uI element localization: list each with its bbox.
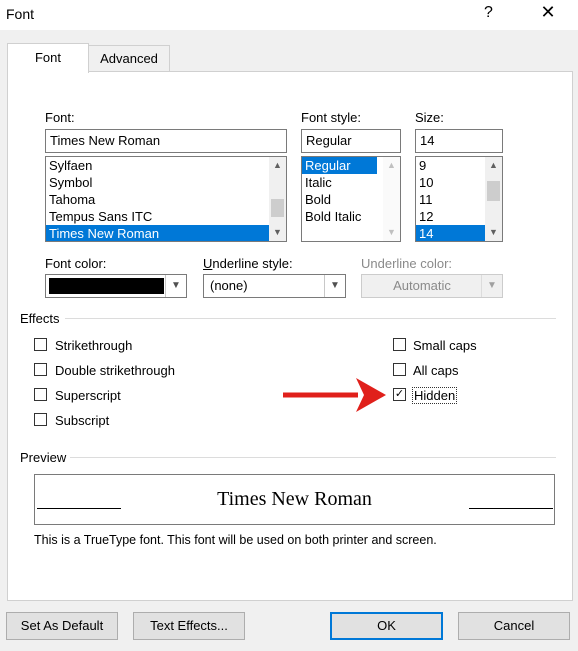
preview-label: Preview: [20, 450, 67, 465]
close-button[interactable]: ✕: [536, 2, 560, 23]
font-style-label: Font style:: [301, 110, 361, 125]
underline-style-value: (none): [210, 278, 248, 293]
chevron-down-icon[interactable]: ▼: [324, 275, 345, 297]
font-list-item[interactable]: Tempus Sans ITC: [46, 208, 286, 225]
font-label: Font:: [45, 110, 75, 125]
font-style-input[interactable]: Regular: [301, 129, 401, 153]
ok-button[interactable]: OK: [330, 612, 443, 640]
superscript-checkbox[interactable]: [34, 388, 47, 401]
cancel-button[interactable]: Cancel: [458, 612, 570, 640]
font-color-label: Font color:: [45, 256, 107, 271]
hidden-checkbox[interactable]: ✓: [393, 388, 406, 401]
size-list-item-selected[interactable]: 14: [416, 225, 485, 241]
all-caps-checkbox[interactable]: [393, 363, 406, 376]
strikethrough-checkbox[interactable]: [34, 338, 47, 351]
font-list-item[interactable]: Symbol: [46, 174, 286, 191]
set-as-default-button[interactable]: Set As Default: [6, 612, 118, 640]
superscript-label[interactable]: Superscript: [55, 388, 121, 403]
effects-label: Effects: [20, 311, 60, 326]
tab-advanced[interactable]: Advanced: [88, 45, 170, 72]
small-caps-label[interactable]: Small caps: [413, 338, 477, 353]
font-list-item[interactable]: Sylfaen: [46, 157, 286, 174]
scroll-up-icon[interactable]: ▲: [383, 157, 400, 174]
size-list[interactable]: 9 10 11 12 14 ▲ ▼: [415, 156, 503, 242]
effects-divider: [65, 318, 556, 319]
font-list-item[interactable]: Tahoma: [46, 191, 286, 208]
font-list-item-selected[interactable]: Times New Roman: [46, 225, 269, 241]
preview-box: Times New Roman: [34, 474, 555, 525]
strikethrough-label[interactable]: Strikethrough: [55, 338, 132, 353]
scroll-thumb[interactable]: [487, 181, 500, 201]
underline-color-dropdown[interactable]: Automatic ▼: [361, 274, 503, 298]
scroll-down-icon[interactable]: ▼: [383, 224, 400, 241]
underline-color-label: Underline color:: [361, 256, 453, 271]
double-strikethrough-checkbox[interactable]: [34, 363, 47, 376]
hidden-label[interactable]: Hidden: [411, 387, 458, 404]
preview-divider: [70, 457, 556, 458]
small-caps-checkbox[interactable]: [393, 338, 406, 351]
checkmark-icon: ✓: [394, 388, 405, 400]
all-caps-label[interactable]: All caps: [413, 363, 459, 378]
subscript-checkbox[interactable]: [34, 413, 47, 426]
size-label: Size:: [415, 110, 444, 125]
red-arrow-icon: [283, 378, 386, 412]
style-list-scrollbar[interactable]: ▲ ▼: [383, 157, 400, 241]
font-list-scrollbar[interactable]: ▲ ▼: [269, 157, 286, 241]
underline-style-dropdown[interactable]: (none) ▼: [203, 274, 346, 298]
subscript-label[interactable]: Subscript: [55, 413, 109, 428]
style-list-item-selected[interactable]: Regular: [302, 157, 377, 174]
size-input[interactable]: 14: [415, 129, 503, 153]
scroll-thumb[interactable]: [271, 199, 284, 217]
size-list-scrollbar[interactable]: ▲ ▼: [485, 157, 502, 241]
tab-font-label: Font: [34, 50, 61, 65]
text-effects-button[interactable]: Text Effects...: [133, 612, 245, 640]
dialog-title: Font: [6, 6, 35, 22]
chevron-down-icon[interactable]: ▼: [481, 275, 502, 297]
scroll-down-icon[interactable]: ▼: [269, 224, 286, 241]
font-color-swatch: [49, 278, 164, 294]
scroll-down-icon[interactable]: ▼: [485, 224, 502, 241]
font-name-input[interactable]: Times New Roman: [45, 129, 287, 153]
scroll-up-icon[interactable]: ▲: [485, 157, 502, 174]
help-button[interactable]: ?: [484, 4, 493, 22]
tab-font[interactable]: Font: [7, 43, 89, 73]
preview-note: This is a TrueType font. This font will …: [34, 533, 437, 547]
font-color-dropdown[interactable]: ▼: [45, 274, 187, 298]
underline-style-label: Underline style:: [203, 256, 293, 271]
font-list[interactable]: Sylfaen Symbol Tahoma Tempus Sans ITC Ti…: [45, 156, 287, 242]
tab-advanced-label: Advanced: [100, 51, 158, 66]
underline-color-value: Automatic: [393, 278, 451, 293]
preview-sample-text: Times New Roman: [217, 488, 372, 510]
scroll-up-icon[interactable]: ▲: [269, 157, 286, 174]
double-strikethrough-label[interactable]: Double strikethrough: [55, 363, 175, 378]
chevron-down-icon[interactable]: ▼: [165, 275, 186, 297]
font-style-list[interactable]: Regular Italic Bold Bold Italic ▲ ▼: [301, 156, 401, 242]
